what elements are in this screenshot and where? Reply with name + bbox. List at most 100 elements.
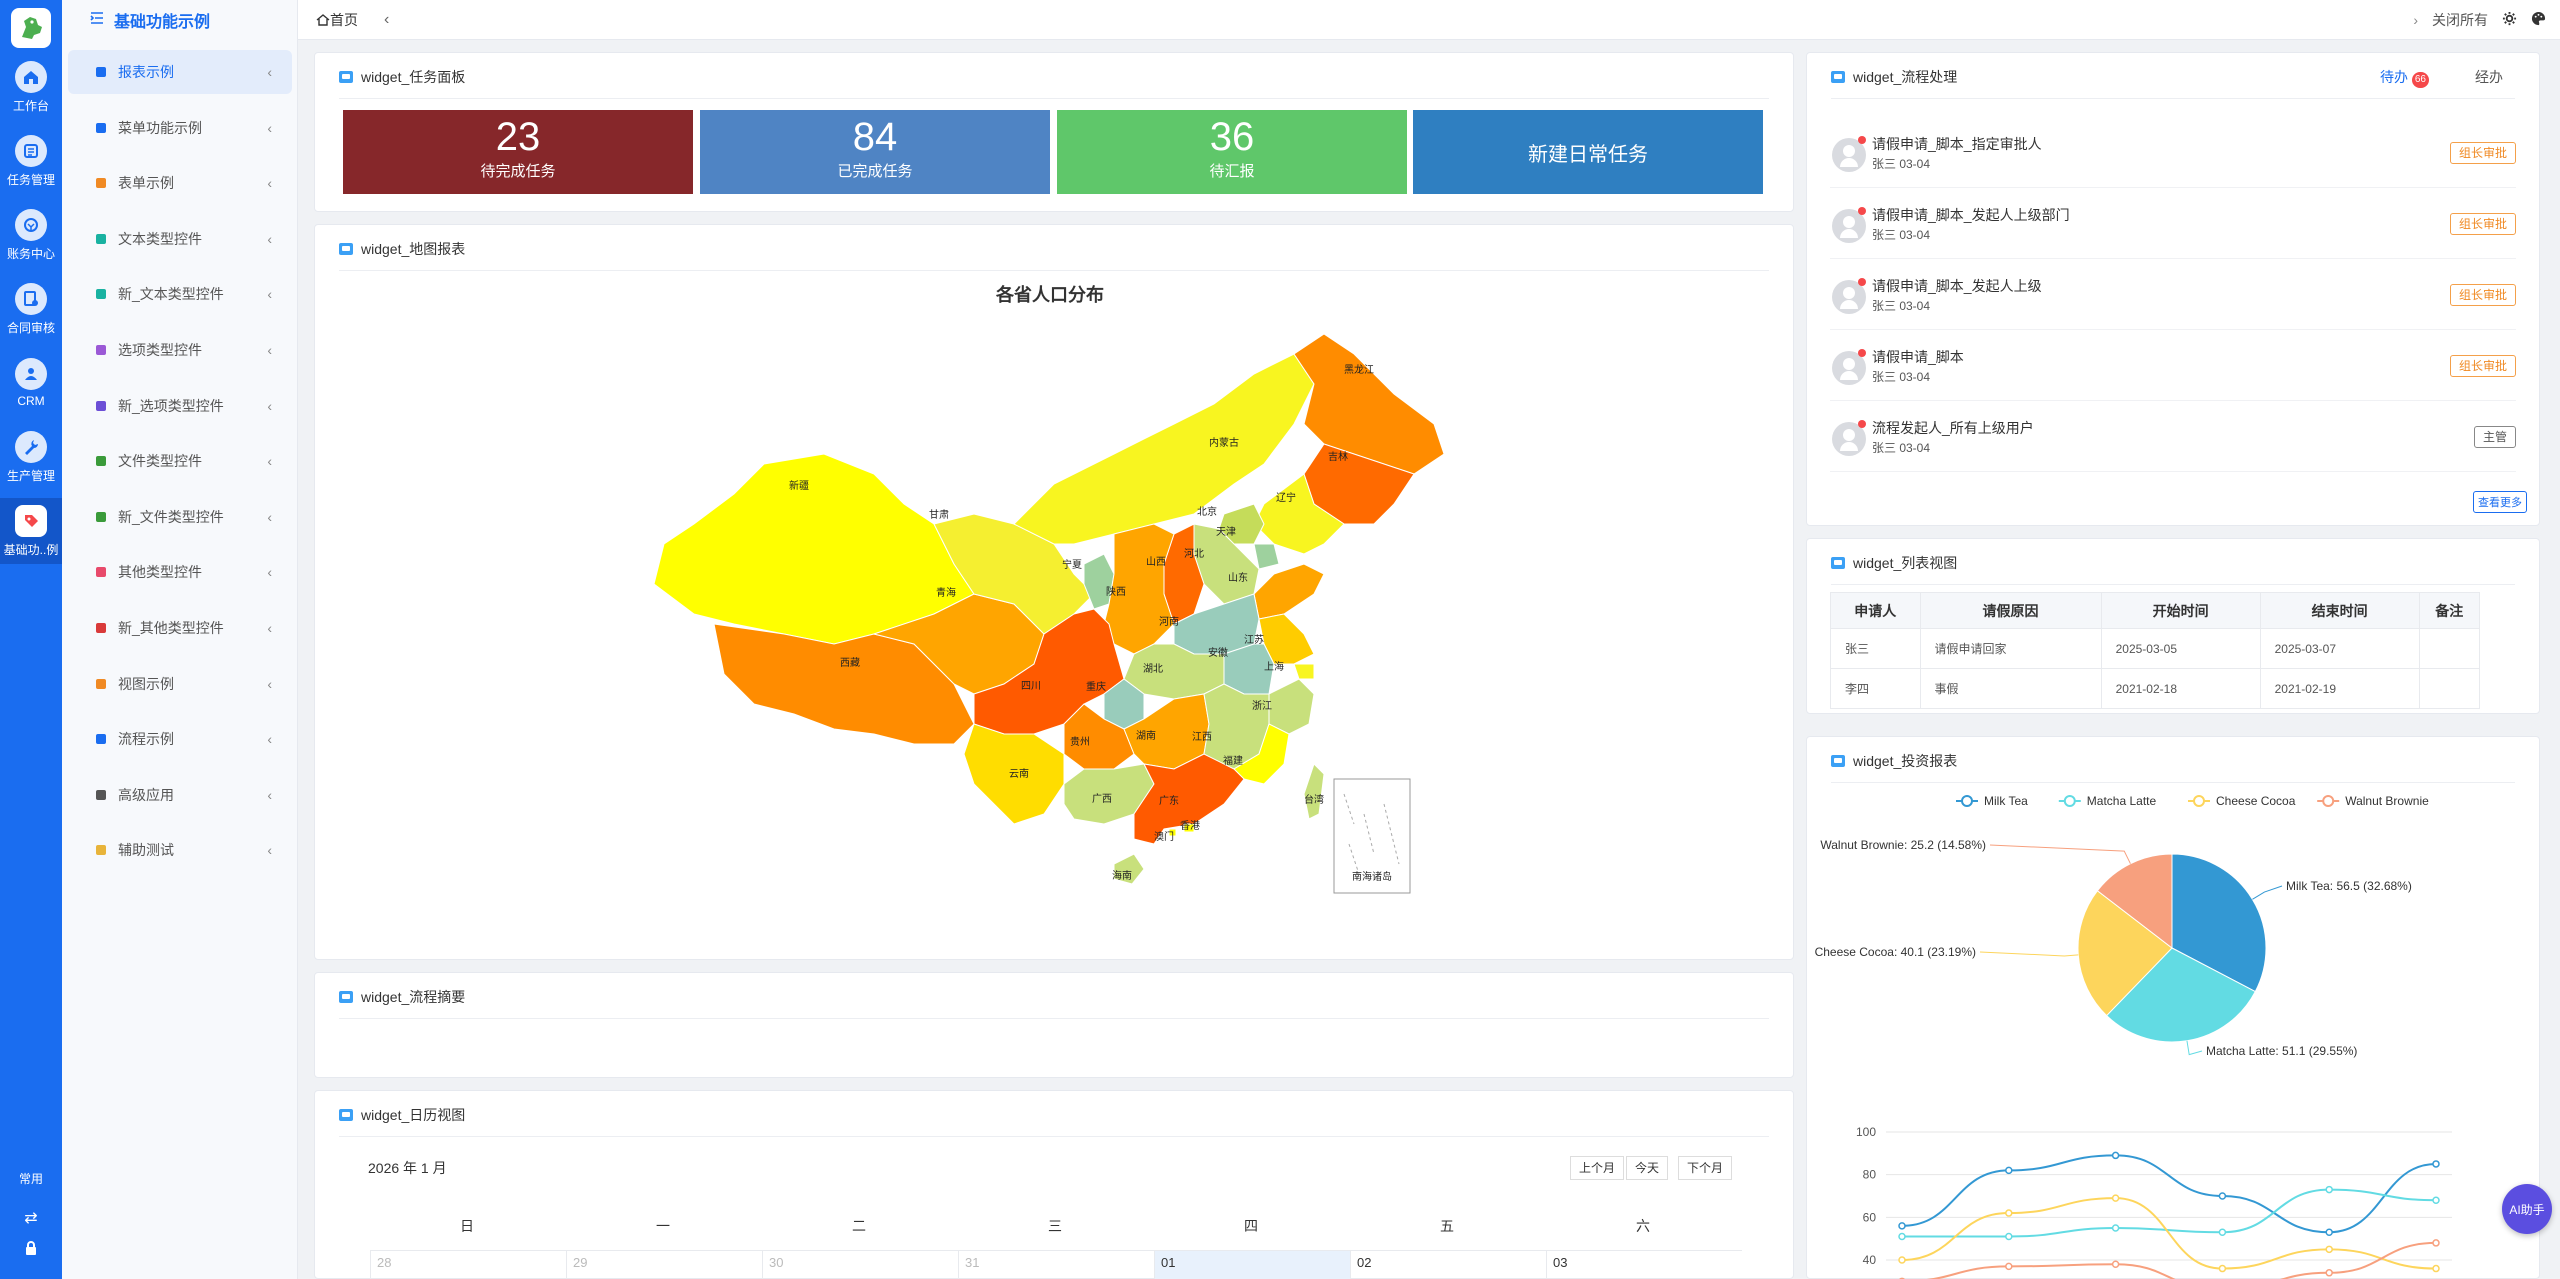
flow-list-item[interactable]: 请假申请_脚本_指定审批人 张三 03-04 组长审批	[1830, 118, 2516, 188]
line-point[interactable]	[2005, 1166, 2013, 1175]
legend-item[interactable]: Matcha Latte	[2058, 794, 2157, 808]
province-label-shandong: 山东	[1228, 571, 1248, 584]
line-point[interactable]	[2218, 1192, 2227, 1200]
flow-list-item[interactable]: 流程发起人_所有上级用户 张三 03-04 主管	[1830, 402, 2516, 472]
calendar-day-cell[interactable]: 31	[958, 1250, 1154, 1279]
line-point[interactable]	[2432, 1239, 2440, 1247]
calendar-day-cell[interactable]: 01	[1154, 1250, 1350, 1279]
menu-item-3[interactable]: 表单示例 ‹	[68, 161, 292, 205]
line-point[interactable]	[2432, 1264, 2440, 1273]
menu-item-7[interactable]: 新_选项类型控件 ‹	[68, 384, 292, 428]
flow-list-item[interactable]: 请假申请_脚本 张三 03-04 组长审批	[1830, 331, 2516, 401]
folder-icon	[94, 510, 108, 524]
line-point[interactable]	[2005, 1262, 2013, 1271]
line-point[interactable]	[2325, 1245, 2333, 1254]
palette-icon[interactable]	[2531, 11, 2546, 29]
switch-icon[interactable]: ⇄	[0, 1208, 62, 1228]
line-point[interactable]	[2218, 1264, 2227, 1273]
close-all-button[interactable]: 关闭所有	[2432, 10, 2488, 30]
menu-item-14[interactable]: 高级应用 ‹	[68, 773, 292, 817]
y-tick-label: 80	[1863, 1168, 1877, 1182]
table-row[interactable]: 张三 请假申请回家 2025-03-05 2025-03-07	[1830, 628, 2481, 669]
province-label-qinghai: 青海	[936, 586, 956, 599]
legend-item[interactable]: Cheese Cocoa	[2188, 794, 2296, 808]
line-point[interactable]	[2325, 1228, 2333, 1237]
unread-dot	[1858, 278, 1866, 286]
view-more-button[interactable]: 查看更多	[2473, 491, 2527, 513]
line-point[interactable]	[2111, 1260, 2120, 1269]
menu-item-1[interactable]: 报表示例 ‹	[68, 50, 292, 94]
app-logo[interactable]	[11, 8, 51, 48]
line-point[interactable]	[2325, 1269, 2333, 1277]
line-point[interactable]	[2111, 1151, 2120, 1160]
menu-item-11[interactable]: 新_其他类型控件 ‹	[68, 606, 292, 650]
tile-pending-tasks[interactable]: 23 待完成任务	[343, 110, 693, 194]
line-point[interactable]	[2325, 1185, 2333, 1194]
table-cell: 张三	[1830, 628, 1921, 669]
rail-item-crm[interactable]: CRM	[0, 350, 62, 416]
menu-item-4[interactable]: 文本类型控件 ‹	[68, 217, 292, 261]
menu-item-15[interactable]: 辅助测试 ‹	[68, 828, 292, 872]
calendar-day-cell[interactable]: 30	[762, 1250, 958, 1279]
line-point[interactable]	[2111, 1194, 2120, 1202]
tile-done-tasks[interactable]: 84 已完成任务	[700, 110, 1050, 194]
menu-item-9[interactable]: 新_文件类型控件 ‹	[68, 495, 292, 539]
card-title: widget_流程处理	[1831, 67, 1957, 87]
rail-item-production[interactable]: 生产管理	[0, 424, 62, 490]
table-cell	[2418, 668, 2481, 709]
flow-list-item[interactable]: 请假申请_脚本_发起人上级 张三 03-04 组长审批	[1830, 260, 2516, 330]
line-point[interactable]	[1898, 1222, 1906, 1230]
line-point[interactable]	[2111, 1224, 2120, 1232]
tab-home[interactable]: 首页	[316, 10, 358, 30]
today-button[interactable]: 今天	[1626, 1156, 1669, 1180]
tab-scroll-left-icon[interactable]: ‹	[384, 11, 389, 29]
line-point[interactable]	[1898, 1256, 1906, 1264]
line-point[interactable]	[2005, 1209, 2013, 1217]
province-label-neimenggu: 内蒙古	[1209, 436, 1239, 449]
chevron-left-icon: ‹	[267, 786, 272, 803]
legend-item[interactable]: Walnut Brownie	[2317, 794, 2429, 808]
province-label-beijing: 北京	[1197, 505, 1217, 518]
menu-item-12[interactable]: 视图示例 ‹	[68, 662, 292, 706]
prev-month-button[interactable]: 上个月	[1570, 1156, 1625, 1180]
new-daily-task-button[interactable]: 新建日常任务	[1413, 110, 1763, 194]
line-point[interactable]	[2005, 1232, 2013, 1241]
flow-list-item[interactable]: 请假申请_脚本_发起人上级部门 张三 03-04 组长审批	[1830, 189, 2516, 259]
rail-item-workbench[interactable]: 工作台	[0, 54, 62, 120]
rail-item-task[interactable]: 任务管理	[0, 128, 62, 194]
tool-icon	[94, 843, 108, 857]
line-point[interactable]	[2218, 1228, 2227, 1237]
ai-assistant-button[interactable]: AI助手	[2502, 1184, 2552, 1234]
tab-handled[interactable]: 经办	[2475, 67, 2503, 87]
line-point[interactable]	[1898, 1232, 1906, 1241]
calendar-weekday: 一	[656, 1218, 670, 1234]
calendar-day-cell[interactable]: 03	[1546, 1250, 1742, 1279]
province-label-jiangxi: 江西	[1192, 731, 1212, 743]
menu-item-5[interactable]: 新_文本类型控件 ‹	[68, 272, 292, 316]
top-bar: 首页 ‹ › 关闭所有	[298, 0, 2560, 40]
line-point[interactable]	[2432, 1160, 2440, 1168]
rail-item-finance[interactable]: 账务中心	[0, 202, 62, 268]
line-point[interactable]	[2432, 1196, 2440, 1204]
calendar-day-cell[interactable]: 28	[370, 1250, 566, 1279]
tab-scroll-right-icon[interactable]: ›	[2413, 12, 2418, 28]
menu-item-8[interactable]: 文件类型控件 ‹	[68, 439, 292, 483]
tile-to-report[interactable]: 36 待汇报	[1057, 110, 1407, 194]
menu-item-13[interactable]: 流程示例 ‹	[68, 717, 292, 761]
calendar-day-cell[interactable]: 02	[1350, 1250, 1546, 1279]
table-row[interactable]: 李四 事假 2021-02-18 2021-02-19	[1830, 668, 2481, 709]
menu-item-6[interactable]: 选项类型控件 ‹	[68, 328, 292, 372]
next-month-button[interactable]: 下个月	[1678, 1156, 1733, 1180]
province-label-jilin: 吉林	[1328, 450, 1348, 463]
rail-item-contract[interactable]: 合同审核	[0, 276, 62, 342]
calendar-day-cell[interactable]: 29	[566, 1250, 762, 1279]
menu-item-10[interactable]: 其他类型控件 ‹	[68, 550, 292, 594]
lock-icon[interactable]	[0, 1240, 62, 1259]
gear-icon[interactable]	[2502, 11, 2517, 29]
rail-item-basic-demo[interactable]: 基础功..例	[0, 498, 62, 564]
menu-item-2[interactable]: 菜单功能示例 ‹	[68, 106, 292, 150]
province-label-shanxi: 山西	[1146, 556, 1166, 568]
tab-todo[interactable]: 待办 66	[2380, 67, 2429, 88]
legend-item[interactable]: Milk Tea	[1956, 794, 2028, 808]
pie-label: Matcha Latte: 51.1 (29.55%)	[2206, 1044, 2357, 1058]
